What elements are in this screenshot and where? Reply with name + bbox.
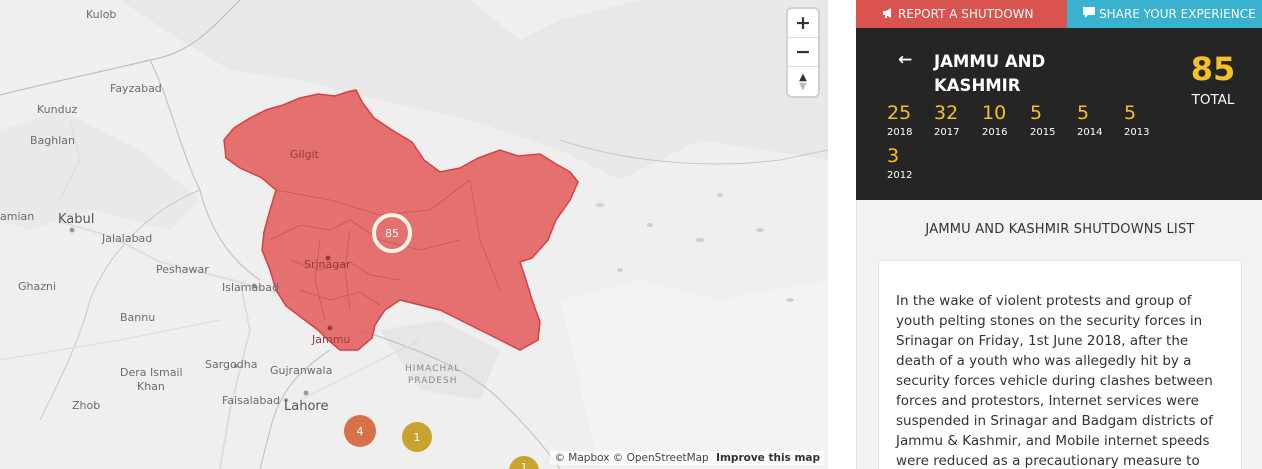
app-root: Kulob Fayzabad Kunduz Baghlan amian Kabu… [0,0,1262,469]
year-count: 25 [887,102,912,124]
total-label: TOTAL [1191,92,1235,108]
label-kabul: Kabul [58,212,95,227]
cluster-count: 85 [385,226,399,240]
attribution-osm-link[interactable]: © OpenStreetMap [613,452,709,464]
year-label: 2018 [887,127,913,138]
state-title-line1: JAMMU AND [934,52,1046,71]
label-jammu: Jammu [312,333,351,346]
year-stat-2016[interactable]: 10 2016 [982,102,1022,138]
year-stat-2014[interactable]: 5 2014 [1077,102,1117,138]
label-dera-ismail: Dera Ismail [120,366,183,379]
zoom-out-button[interactable]: − [788,38,818,67]
label-ghazni: Ghazni [18,280,57,293]
year-count: 10 [982,102,1007,124]
year-stat-2018[interactable]: 25 2018 [887,102,927,138]
report-shutdown-label: REPORT A SHUTDOWN [898,7,1034,21]
year-label: 2012 [887,170,913,181]
year-label: 2016 [982,127,1008,138]
cluster-marker-yellow[interactable]: 1 [402,422,432,452]
map-attribution: © Mapbox © OpenStreetMap Improve this ma… [550,451,824,465]
label-gilgit: Gilgit [290,148,319,161]
zoom-in-button[interactable]: + [788,9,818,38]
improve-map-link[interactable]: Improve this map [716,452,820,464]
report-shutdown-button[interactable]: REPORT A SHUTDOWN [856,0,1067,28]
year-label: 2015 [1030,127,1056,138]
cluster-count: 1 [520,461,528,469]
total-number: 85 [1190,50,1236,88]
map-view[interactable]: Kulob Fayzabad Kunduz Baghlan amian Kabu… [0,0,828,469]
compass-button[interactable]: ▲ ▲ [788,67,818,96]
year-label: 2017 [934,127,960,138]
year-count: 5 [1124,102,1137,124]
cluster-marker-orange[interactable]: 4 [344,415,376,447]
shutdowns-list-section[interactable]: JAMMU AND KASHMIR SHUTDOWNS LIST In the … [856,200,1262,469]
label-sargodha: Sargodha [205,358,258,371]
label-islamabad: Islamabad [222,281,279,294]
compass-south: ▲ [799,80,807,92]
cluster-count: 1 [413,430,421,444]
label-kunduz: Kunduz [37,103,78,116]
state-summary-panel: ← JAMMU AND KASHMIR 85 TOTAL 25 2018 32 … [856,28,1262,200]
attribution-mapbox-link[interactable]: © Mapbox [554,452,609,464]
year-label: 2014 [1077,127,1103,138]
zoom-controls: + − ▲ ▲ [788,9,818,96]
shutdown-entry-card[interactable]: In the wake of violent protests and grou… [878,260,1242,469]
share-experience-label: SHARE YOUR EXPERIENCE [1099,7,1256,21]
year-count: 5 [1030,102,1043,124]
label-bamian: amian [0,210,35,223]
cluster-marker-main[interactable]: 85 [372,213,412,253]
label-bannu: Bannu [120,311,156,324]
compass-icon: ▲ ▲ [799,72,807,92]
megaphone-icon [882,7,894,21]
label-faisalabad: Faisalabad [222,394,281,407]
year-count: 32 [934,102,959,124]
label-peshawar: Peshawar [156,263,209,276]
comment-icon [1083,7,1095,21]
label-pradesh: PRADESH [407,376,458,386]
label-lahore: Lahore [284,399,329,414]
year-stat-2012[interactable]: 3 2012 [887,145,927,181]
share-experience-button[interactable]: SHARE YOUR EXPERIENCE [1067,0,1262,28]
total-count: 85 TOTAL [1178,50,1248,108]
label-gujranwala: Gujranwala [270,364,333,377]
year-stat-2013[interactable]: 5 2013 [1124,102,1164,138]
state-title: JAMMU AND KASHMIR [934,50,1114,98]
year-stat-2017[interactable]: 32 2017 [934,102,974,138]
label-zhob: Zhob [72,399,101,412]
label-srinagar: Srinagar [304,258,351,271]
label-jalalabad: Jalalabad [102,232,153,245]
cluster-count: 4 [356,424,364,438]
shutdown-entry-text: In the wake of violent protests and grou… [896,293,1213,469]
label-kulob: Kulob [86,8,117,21]
year-label: 2013 [1124,127,1150,138]
label-himachal: HIMACHAL [405,364,461,374]
label-khan: Khan [137,380,165,393]
label-fayzabad: Fayzabad [110,82,162,95]
label-baghlan: Baghlan [30,134,76,147]
shutdowns-list-title: JAMMU AND KASHMIR SHUTDOWNS LIST [925,222,1195,237]
label-himachal-pradesh: HIMACHAL PRADESH [405,363,460,387]
year-stat-2015[interactable]: 5 2015 [1030,102,1070,138]
state-title-line2: KASHMIR [934,76,1021,95]
year-count: 3 [887,145,900,167]
year-count: 5 [1077,102,1090,124]
back-arrow-icon[interactable]: ← [898,50,912,70]
